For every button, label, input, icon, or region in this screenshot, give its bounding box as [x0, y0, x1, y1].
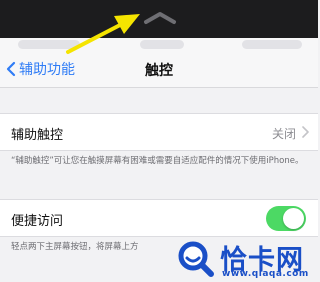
top-dark-bar: [0, 0, 318, 38]
reachability-label: 便捷访问: [11, 214, 64, 229]
assistive-touch-note: “辅助触控”可让您在触摸屏幕有困难或需要自适应配件的情况下使用iPhone。: [11, 156, 304, 166]
assistive-touch-label: 辅助触控: [11, 128, 64, 143]
watermark-logo-icon: [178, 241, 214, 277]
watermark: 恰卡网 www.qiaqa.com: [176, 236, 318, 282]
page-title: 触控: [145, 63, 173, 79]
assistive-touch-row[interactable]: 辅助触控 关闭: [0, 113, 318, 151]
blurred-status-item: [18, 40, 80, 49]
blurred-status-item: [242, 40, 302, 49]
disclosure-chevron-icon: [302, 126, 309, 138]
assistive-touch-value: 关闭: [271, 127, 296, 141]
grabber-chevron-icon[interactable]: [143, 10, 177, 26]
reachability-toggle[interactable]: [266, 206, 306, 231]
toggle-knob: [283, 208, 304, 229]
navigation-bar: 辅助功能 触控: [0, 38, 318, 88]
reachability-row: 便捷访问: [0, 199, 318, 237]
blurred-status-item: [140, 40, 184, 49]
watermark-url: www.qiaqa.com: [222, 269, 309, 279]
